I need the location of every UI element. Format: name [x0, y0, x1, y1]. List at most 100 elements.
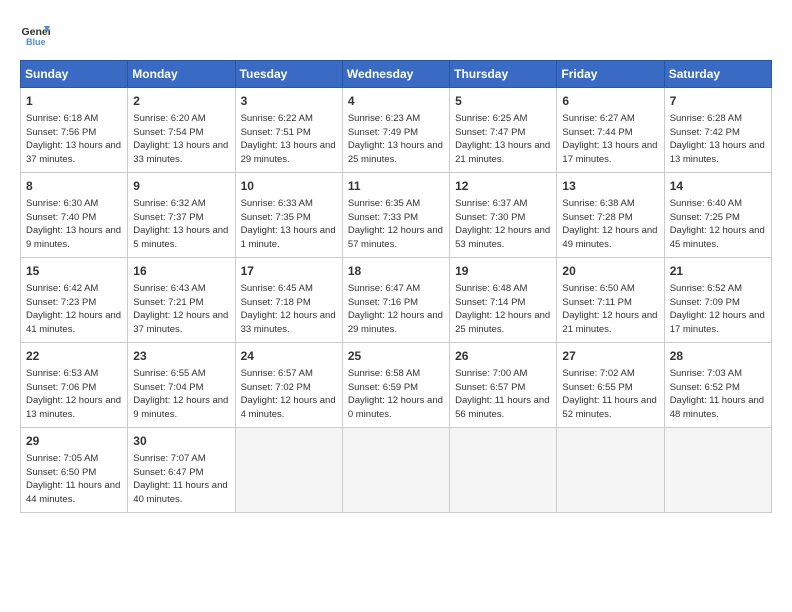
calendar-cell: 4Sunrise: 6:23 AMSunset: 7:49 PMDaylight…	[342, 88, 449, 173]
sunset: Sunset: 6:55 PM	[562, 382, 632, 393]
calendar-cell: 13 Sunrise: 6:38 AM Sunset: 7:28 PM Dayligh…	[557, 173, 664, 258]
calendar-cell: 16Sunrise: 6:43 AMSunset: 7:21 PMDayligh…	[128, 258, 235, 343]
sunset: Sunset: 7:25 PM	[670, 212, 740, 223]
daylight: Daylight: 13 hours and 29 minutes.	[241, 140, 336, 165]
calendar-cell: 23Sunrise: 6:55 AMSunset: 7:04 PMDayligh…	[128, 343, 235, 428]
calendar-cell: 22Sunrise: 6:53 AMSunset: 7:06 PMDayligh…	[21, 343, 128, 428]
daylight: Daylight: 12 hours and 13 minutes.	[26, 395, 121, 420]
day-info: Sunrise: 6:53 AMSunset: 7:06 PMDaylight:…	[26, 367, 122, 422]
day-number: 10	[241, 178, 337, 195]
day-info: Sunrise: 6:27 AMSunset: 7:44 PMDaylight:…	[562, 112, 658, 167]
daylight: Daylight: 13 hours and 25 minutes.	[348, 140, 443, 165]
day-number: 4	[348, 93, 444, 110]
sunset: Sunset: 6:47 PM	[133, 467, 203, 478]
daylight: Daylight: 12 hours and 37 minutes.	[133, 310, 228, 335]
calendar-cell: 25Sunrise: 6:58 AMSunset: 6:59 PMDayligh…	[342, 343, 449, 428]
sunrise: Sunrise: 6:48 AM	[455, 283, 527, 294]
calendar-cell	[342, 428, 449, 513]
daylight: Daylight: 12 hours and 4 minutes.	[241, 395, 336, 420]
sunrise: Sunrise: 6:38 AM	[562, 198, 634, 209]
sunset: Sunset: 6:50 PM	[26, 467, 96, 478]
day-number: 30	[133, 433, 229, 450]
day-number: 5	[455, 93, 551, 110]
col-header-monday: Monday	[128, 61, 235, 88]
day-info: Sunrise: 6:35 AMSunset: 7:33 PMDaylight:…	[348, 197, 444, 252]
calendar-cell: 14Sunrise: 6:40 AMSunset: 7:25 PMDayligh…	[664, 173, 771, 258]
sunset: Sunset: 6:52 PM	[670, 382, 740, 393]
week-row-3: 15Sunrise: 6:42 AMSunset: 7:23 PMDayligh…	[21, 258, 772, 343]
sunrise: Sunrise: 6:32 AM	[133, 198, 205, 209]
calendar-cell	[235, 428, 342, 513]
sunrise: Sunrise: 7:00 AM	[455, 368, 527, 379]
daylight: Daylight: 12 hours and 49 minutes.	[562, 225, 657, 250]
day-number: 27	[562, 348, 658, 365]
day-info: Sunrise: 7:00 AMSunset: 6:57 PMDaylight:…	[455, 367, 551, 422]
sunrise: Sunrise: 6:40 AM	[670, 198, 742, 209]
page-header: General Blue	[20, 20, 772, 50]
sunrise: Sunrise: 6:52 AM	[670, 283, 742, 294]
sunset: Sunset: 7:18 PM	[241, 297, 311, 308]
svg-text:Blue: Blue	[26, 37, 46, 47]
daylight: Daylight: 13 hours and 5 minutes.	[133, 225, 228, 250]
day-info: Sunrise: 6:33 AMSunset: 7:35 PMDaylight:…	[241, 197, 337, 252]
daylight: Daylight: 12 hours and 17 minutes.	[670, 310, 765, 335]
day-number: 13	[562, 178, 658, 195]
day-number: 19	[455, 263, 551, 280]
day-info: Sunrise: 7:07 AMSunset: 6:47 PMDaylight:…	[133, 452, 229, 507]
day-number: 28	[670, 348, 766, 365]
calendar-cell	[557, 428, 664, 513]
calendar-cell: 1Sunrise: 6:18 AMSunset: 7:56 PMDaylight…	[21, 88, 128, 173]
sunset: Sunset: 7:33 PM	[348, 212, 418, 223]
sunset: Sunset: 7:14 PM	[455, 297, 525, 308]
sunrise: Sunrise: 6:55 AM	[133, 368, 205, 379]
sunset: Sunset: 6:59 PM	[348, 382, 418, 393]
day-number: 24	[241, 348, 337, 365]
col-header-sunday: Sunday	[21, 61, 128, 88]
calendar-cell: 17Sunrise: 6:45 AMSunset: 7:18 PMDayligh…	[235, 258, 342, 343]
sunrise: Sunrise: 6:43 AM	[133, 283, 205, 294]
sunrise: Sunrise: 7:03 AM	[670, 368, 742, 379]
day-number: 21	[670, 263, 766, 280]
sunset: Sunset: 7:23 PM	[26, 297, 96, 308]
daylight: Daylight: 13 hours and 17 minutes.	[562, 140, 657, 165]
day-info: Sunrise: 6:30 AMSunset: 7:40 PMDaylight:…	[26, 197, 122, 252]
col-header-tuesday: Tuesday	[235, 61, 342, 88]
week-row-1: 1Sunrise: 6:18 AMSunset: 7:56 PMDaylight…	[21, 88, 772, 173]
logo: General Blue	[20, 20, 50, 50]
sunrise: Sunrise: 6:18 AM	[26, 113, 98, 124]
day-info: Sunrise: 6:57 AMSunset: 7:02 PMDaylight:…	[241, 367, 337, 422]
daylight: Daylight: 13 hours and 21 minutes.	[455, 140, 550, 165]
daylight: Daylight: 11 hours and 52 minutes.	[562, 395, 656, 420]
sunset: Sunset: 7:30 PM	[455, 212, 525, 223]
day-number: 20	[562, 263, 658, 280]
day-info: Sunrise: 6:43 AM Sunset: 7:21 PM Daylight:…	[133, 282, 229, 337]
calendar-cell: 27Sunrise: 7:02 AMSunset: 6:55 PMDayligh…	[557, 343, 664, 428]
calendar-cell: 2Sunrise: 6:20 AMSunset: 7:54 PMDaylight…	[128, 88, 235, 173]
day-number: 29	[26, 433, 122, 450]
calendar-cell: 10 Sunrise: 6:33 AMSunset: 7:35 PMDayligh…	[235, 173, 342, 258]
week-row-2: 8Sunrise: 6:30 AMSunset: 7:40 PMDaylight…	[21, 173, 772, 258]
sunrise: Sunrise: 6:27 AM	[562, 113, 634, 124]
daylight: Daylight: 13 hours and 9 minutes.	[26, 225, 121, 250]
daylight: Daylight: 12 hours and 41 minutes.	[26, 310, 121, 335]
calendar-cell: 18Sunrise: 6:47 AMSunset: 7:16 PMDayligh…	[342, 258, 449, 343]
sunset: Sunset: 7:28 PM	[562, 212, 632, 223]
calendar-header-row: SundayMondayTuesdayWednesdayThursdayFrid…	[21, 61, 772, 88]
calendar-cell: 15Sunrise: 6:42 AMSunset: 7:23 PMDayligh…	[21, 258, 128, 343]
col-header-friday: Friday	[557, 61, 664, 88]
day-info: Sunrise: 6:18 AMSunset: 7:56 PMDaylight:…	[26, 112, 122, 167]
day-info: Sunrise: 6:38 AM Sunset: 7:28 PM Daylight:…	[562, 197, 658, 252]
sunset: Sunset: 7:37 PM	[133, 212, 203, 223]
sunrise: Sunrise: 6:47 AM	[348, 283, 420, 294]
sunset: Sunset: 7:21 PM	[133, 297, 203, 308]
sunrise: Sunrise: 7:07 AM	[133, 453, 205, 464]
calendar-cell	[450, 428, 557, 513]
day-info: Sunrise: 6:37 AMSunset: 7:30 PMDaylight:…	[455, 197, 551, 252]
day-number: 15	[26, 263, 122, 280]
calendar-cell: 7Sunrise: 6:28 AMSunset: 7:42 PMDaylight…	[664, 88, 771, 173]
day-info: Sunrise: 6:47 AMSunset: 7:16 PMDaylight:…	[348, 282, 444, 337]
sunset: Sunset: 6:57 PM	[455, 382, 525, 393]
day-info: Sunrise: 6:55 AMSunset: 7:04 PMDaylight:…	[133, 367, 229, 422]
logo-icon: General Blue	[20, 20, 50, 50]
daylight: Daylight: 12 hours and 29 minutes.	[348, 310, 443, 335]
